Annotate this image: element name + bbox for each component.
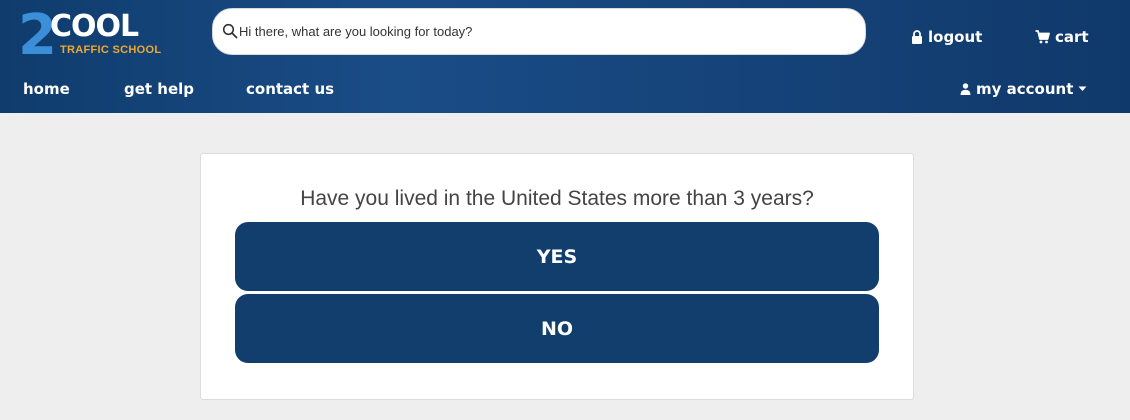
caret-down-icon [1078, 86, 1087, 92]
search-input[interactable] [239, 9, 839, 54]
header-bar: 2 COOL TRAFFIC SCHOOL logout [0, 0, 1130, 113]
no-button[interactable]: NO [235, 294, 879, 363]
site-logo[interactable]: 2 COOL TRAFFIC SCHOOL [18, 8, 163, 66]
lock-icon [911, 30, 923, 44]
search-icon [222, 23, 240, 41]
yes-button[interactable]: YES [235, 222, 879, 291]
question-text: Have you lived in the United States more… [300, 187, 814, 210]
logout-link[interactable]: logout [911, 28, 982, 46]
nav-contact-us[interactable]: contact us [246, 80, 334, 98]
my-account-label: my account [976, 80, 1074, 98]
logo-word-cool: COOL [50, 9, 139, 44]
cart-icon [1035, 30, 1050, 44]
logo-subtitle: TRAFFIC SCHOOL [60, 44, 162, 56]
nav-get-help[interactable]: get help [124, 80, 194, 98]
question-card: Have you lived in the United States more… [200, 153, 914, 400]
cart-label: cart [1055, 28, 1089, 46]
my-account-dropdown[interactable]: my account [960, 80, 1087, 98]
logout-label: logout [928, 28, 983, 46]
user-icon [960, 83, 971, 95]
nav-home[interactable]: home [23, 80, 70, 98]
search-bar[interactable] [212, 8, 866, 55]
cart-link[interactable]: cart [1035, 28, 1089, 46]
